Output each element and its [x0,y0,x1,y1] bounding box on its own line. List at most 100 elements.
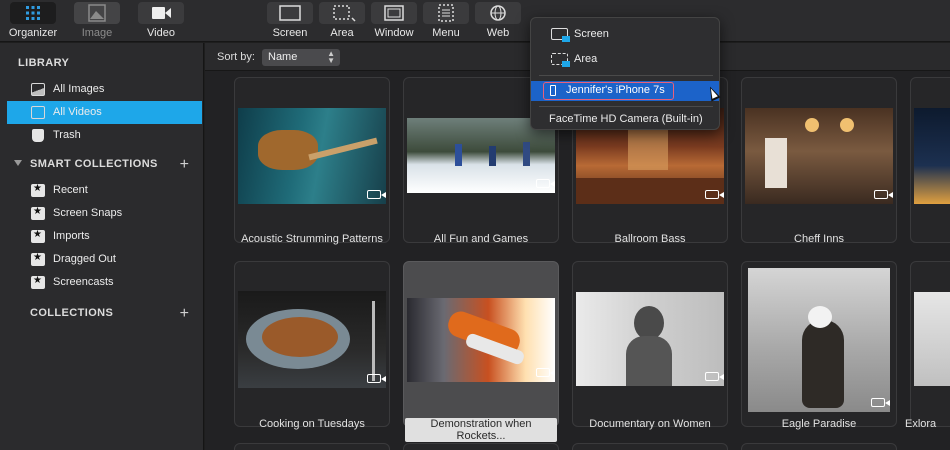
video-camera-icon [367,374,386,383]
menu-capture-button[interactable]: Menu [423,2,469,40]
image-icon [74,2,120,24]
area-capture-button[interactable]: Area [319,2,365,40]
window-capture-icon [371,2,417,24]
video-camera-icon [874,190,893,199]
video-thumbnail [238,291,386,388]
image-button[interactable]: Image [73,2,121,40]
area-icon [551,53,570,67]
sidebar-item-trash[interactable]: Trash [7,124,202,147]
sort-select[interactable]: Name ▲ ▼ [262,49,340,66]
sidebar-item-label: All Images [53,83,105,95]
sidebar-item-imports[interactable]: Imports [7,225,202,248]
video-camera-icon [536,368,555,377]
sidebar-item-recent[interactable]: Recent [7,179,202,202]
video-card[interactable] [234,261,390,427]
video-button[interactable]: Video [137,2,185,40]
sidebar-item-label: Dragged Out [53,253,116,265]
video-title: Eagle Paradise [781,418,857,430]
sidebar-item-screencasts[interactable]: Screencasts [7,271,202,294]
area-label: Area [330,27,354,39]
menu-item-screen[interactable]: Screen [531,24,719,44]
star-folder-icon [31,252,45,266]
screen-capture-icon [267,2,313,24]
video-card[interactable] [741,77,897,243]
sort-by-label: Sort by: [217,51,255,63]
trash-icon [32,129,44,142]
menu-item-area[interactable]: Area [531,49,719,69]
disclosure-triangle-icon[interactable] [14,160,22,166]
video-title: Demonstration when Rockets... [405,418,557,442]
video-card[interactable] [234,77,390,243]
menu-item-label: Screen [574,28,609,40]
sidebar-item-screen-snaps[interactable]: Screen Snaps [7,202,202,225]
video-card[interactable] [403,443,559,450]
snagit-organizer-window: Organizer Image Video Screen Area Window… [0,0,950,450]
sidebar-item-label: Recent [53,184,88,196]
video-title: All Fun and Games [433,233,529,245]
video-card-selected[interactable] [403,261,559,427]
screen-icon [551,28,570,42]
add-collection-button[interactable]: + [180,306,189,322]
window-label: Window [374,27,414,39]
video-card[interactable] [741,261,897,427]
library-header: LIBRARY [18,57,70,69]
smart-collections-header: SMART COLLECTIONS [30,158,158,170]
sidebar-item-dragged-out[interactable]: Dragged Out [7,248,202,271]
video-thumbnail [407,298,555,382]
video-card[interactable] [234,443,390,450]
iphone-icon [550,85,556,96]
video-thumbnail [745,108,893,204]
globe-icon [475,2,521,24]
sidebar-item-label: Screen Snaps [53,207,123,219]
organizer-button[interactable]: Organizer [8,2,58,40]
video-thumbnail [238,108,386,204]
video-card[interactable] [910,77,950,243]
video-card[interactable] [572,443,728,450]
star-folder-icon [31,183,45,197]
star-folder-icon [31,275,45,289]
video-card[interactable] [741,443,897,450]
film-icon [31,106,45,119]
video-camera-icon [536,179,555,188]
video-source-menu: Screen Area Jennifer's iPhone 7s FaceTim… [530,17,720,130]
video-thumbnail [576,292,724,386]
star-folder-icon [31,229,45,243]
video-title: Documentary on Women [589,418,711,430]
screen-capture-button[interactable]: Screen [267,2,313,40]
video-title: Cooking on Tuesdays [259,418,365,430]
video-thumbnail [914,292,950,386]
video-camera-icon [705,372,724,381]
menu-item-label: Jennifer's iPhone 7s [566,84,665,96]
video-camera-icon [138,2,184,24]
grid-icon [10,2,56,24]
screen-label: Screen [272,27,308,39]
menu-item-label: FaceTime HD Camera (Built-in) [549,113,703,125]
sidebar-item-all-images[interactable]: All Images [7,78,202,101]
window-capture-button[interactable]: Window [371,2,417,40]
video-title: Cheff Inns [794,233,844,245]
web-label: Web [486,27,510,39]
video-card[interactable] [910,261,950,427]
video-camera-icon [871,398,890,407]
web-capture-button[interactable]: Web [475,2,521,40]
menu-capture-icon [423,2,469,24]
video-title: Exlora [905,418,937,430]
toolbar: Organizer Image Video Screen Area Window… [0,0,950,42]
image-label: Image [81,27,113,39]
menu-separator [539,75,713,76]
sidebar: LIBRARY All Images All Videos Trash SMAR… [0,43,204,450]
star-folder-icon [31,206,45,220]
sort-select-value: Name [268,51,298,63]
video-card[interactable] [572,261,728,427]
video-thumbnail [748,268,890,412]
area-capture-icon [319,2,365,24]
menu-item-facetime-camera[interactable]: FaceTime HD Camera (Built-in) [531,109,719,129]
image-icon [31,83,45,96]
sidebar-item-all-videos[interactable]: All Videos [7,101,202,124]
highlight-box: Jennifer's iPhone 7s [543,82,674,100]
video-label: Video [147,27,175,39]
organizer-label: Organizer [8,27,58,39]
menu-item-iphone[interactable]: Jennifer's iPhone 7s [531,81,719,101]
video-thumbnail [914,108,950,204]
add-smart-collection-button[interactable]: + [180,157,189,173]
